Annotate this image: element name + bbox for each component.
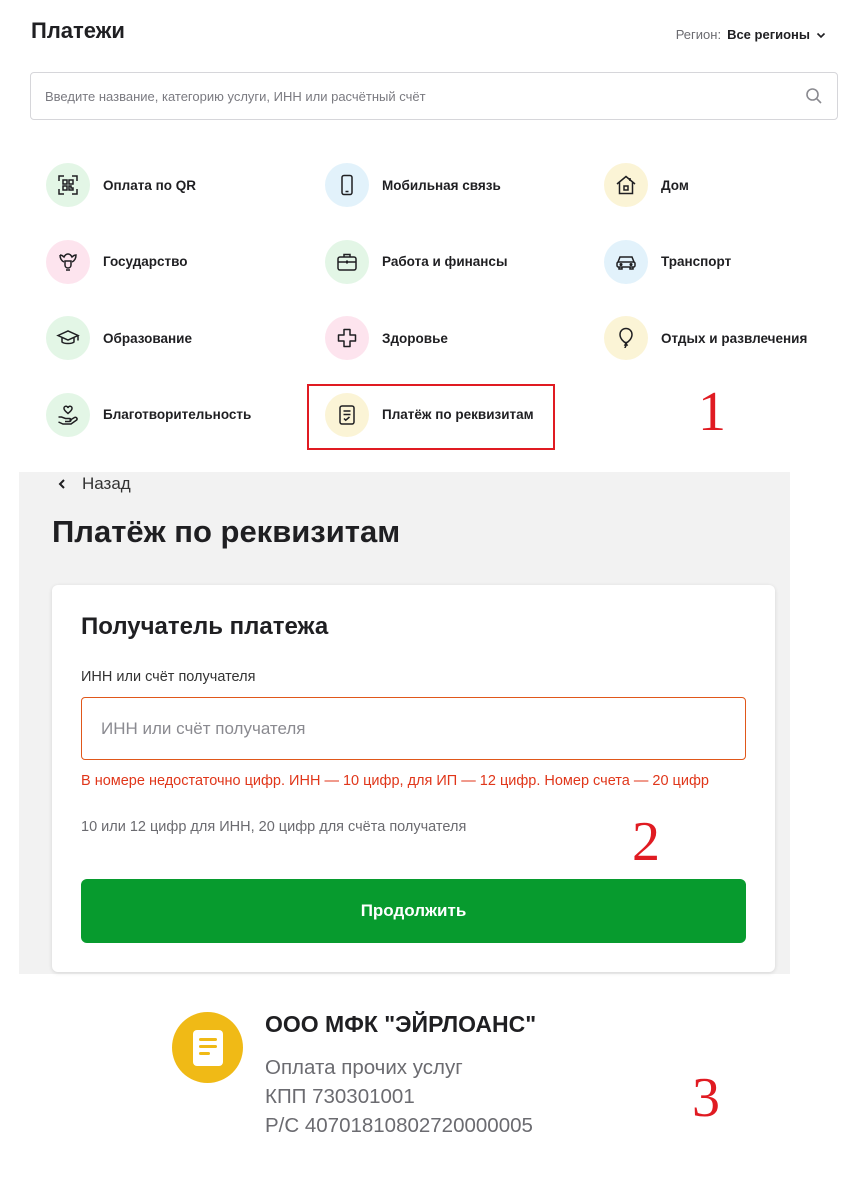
category-home[interactable]: Дом [604, 163, 836, 207]
recipient-avatar [172, 1012, 243, 1083]
search-input[interactable] [45, 73, 785, 119]
category-education[interactable]: Образование [46, 316, 325, 360]
chevron-left-icon [58, 479, 65, 489]
search-box [30, 72, 838, 120]
category-label: Транспорт [661, 254, 732, 269]
region-label: Регион: [675, 27, 722, 42]
back-label: Назад [82, 474, 131, 493]
emblem-icon [46, 239, 90, 284]
form-page-title: Платёж по реквизитам [52, 514, 401, 549]
category-qr-payment[interactable]: Оплата по QR [46, 163, 325, 207]
house-icon [604, 163, 648, 207]
step-marker-3: 3 [692, 1067, 720, 1129]
card-title: Получатель платежа [81, 613, 329, 640]
category-leisure[interactable]: Отдых и развлечения [604, 316, 836, 360]
category-mobile[interactable]: Мобильная связь [325, 163, 604, 207]
search-icon[interactable] [805, 87, 823, 105]
category-charity[interactable]: Благотворительность [46, 392, 325, 437]
recipient-kpp: КПП 730301001 [265, 1085, 415, 1108]
phone-icon [325, 163, 369, 207]
category-label: Образование [103, 330, 192, 346]
charity-hand-icon [46, 392, 90, 437]
recipient-name: ООО МФК "ЭЙРЛОАНС" [265, 1011, 537, 1037]
category-health[interactable]: Здоровье [325, 316, 604, 360]
category-label: Мобильная связь [382, 177, 501, 193]
continue-button[interactable]: Продолжить [81, 879, 746, 943]
field-hint: 10 или 12 цифр для ИНН, 20 цифр для счёт… [81, 819, 467, 835]
recipient-account: Р/С 40701810802720000005 [265, 1114, 533, 1137]
medical-cross-icon [325, 316, 369, 360]
recipient-card: Получатель платежа ИНН или счёт получате… [52, 585, 775, 972]
back-link[interactable]: Назад [56, 474, 131, 494]
graduation-cap-icon [46, 316, 90, 360]
category-label: Оплата по QR [103, 177, 197, 193]
category-work-finance[interactable]: Работа и финансы [325, 239, 604, 284]
briefcase-icon [325, 239, 369, 284]
details-form-panel: Назад Платёж по реквизитам Получатель пл… [19, 472, 790, 974]
document-icon [192, 1029, 223, 1066]
qr-icon [46, 163, 90, 207]
category-label: Благотворительность [103, 407, 252, 422]
region-value: Все регионы [727, 27, 810, 42]
category-label: Отдых и развлечения [661, 330, 808, 346]
category-government[interactable]: Государство [46, 239, 325, 284]
highlight-frame [307, 384, 555, 450]
category-label: Работа и финансы [382, 254, 508, 269]
chevron-down-icon [816, 32, 826, 38]
car-icon [604, 239, 648, 284]
category-transport[interactable]: Транспорт [604, 239, 836, 284]
step-marker-1: 1 [698, 381, 726, 443]
region-selector[interactable]: Регион: Все регионы [676, 27, 826, 42]
inn-account-input[interactable] [81, 697, 746, 760]
inn-field-label: ИНН или счёт получателя [81, 669, 256, 685]
category-label: Государство [103, 254, 188, 269]
category-label: Здоровье [382, 330, 448, 346]
recipient-service: Оплата прочих услуг [265, 1056, 463, 1079]
step-marker-2: 2 [632, 811, 660, 873]
page-title: Платежи [31, 18, 125, 43]
validation-error: В номере недостаточно цифр. ИНН — 10 циф… [81, 773, 709, 789]
category-label: Дом [661, 177, 689, 193]
balloon-icon [604, 316, 648, 360]
